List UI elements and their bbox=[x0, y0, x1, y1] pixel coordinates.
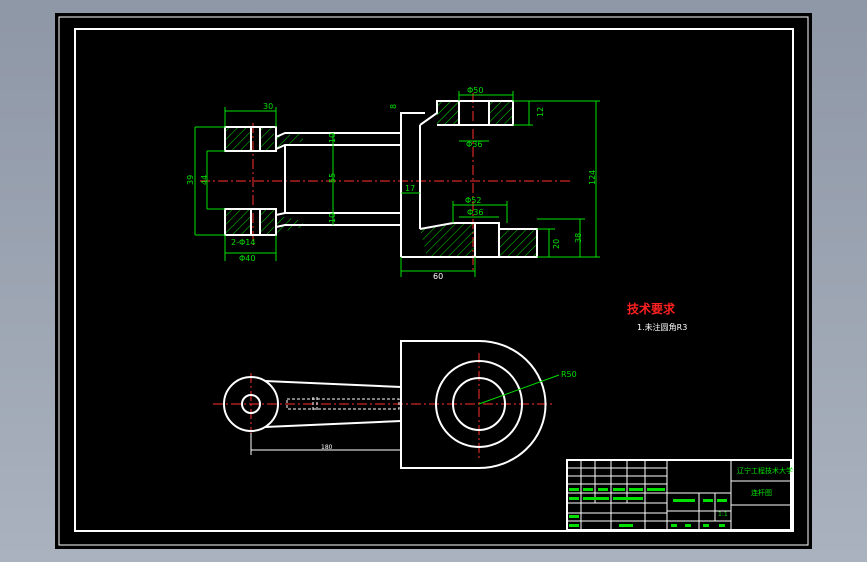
hatch-left-bottom bbox=[225, 209, 251, 235]
upper-arm bbox=[275, 112, 425, 138]
outer-border bbox=[58, 16, 809, 546]
dim-2-phi14: 2-Φ14 bbox=[231, 238, 255, 247]
title-block-part-name: 连杆图 bbox=[751, 488, 772, 497]
hatch-left-top bbox=[225, 127, 251, 151]
dim-39: 39 bbox=[186, 175, 195, 185]
section-view: 30 8 Φ50 12 Φ36 10 55 39 44 124 17 Φ52 Φ… bbox=[186, 86, 600, 281]
arm-top-edge bbox=[264, 380, 402, 388]
dim-124: 124 bbox=[588, 170, 597, 185]
drawing-frame: 30 8 Φ50 12 Φ36 10 55 39 44 124 17 Φ52 Φ… bbox=[55, 13, 812, 549]
dim-17: 17 bbox=[405, 184, 415, 193]
dim-phi36: Φ36 bbox=[466, 140, 482, 149]
title-block: 辽宁工程技术大学 连杆图 1:1 bbox=[566, 459, 793, 531]
plan-view: R50 180 bbox=[213, 340, 577, 469]
lower-arm bbox=[275, 212, 401, 216]
title-block-scale: 1:1 bbox=[718, 511, 728, 518]
dim-12: 12 bbox=[536, 107, 545, 117]
dim-55: 55 bbox=[328, 173, 337, 183]
dim-8: 8 bbox=[389, 104, 398, 109]
hatch-right-top-2 bbox=[489, 101, 513, 125]
dim-10-bottom: 10 bbox=[328, 213, 337, 223]
dim-phi50: Φ50 bbox=[467, 86, 483, 95]
hatch-right-bottom-2 bbox=[499, 229, 537, 257]
hatch-left-top-2 bbox=[260, 127, 274, 151]
cad-drawing: 30 8 Φ50 12 Φ36 10 55 39 44 124 17 Φ52 Φ… bbox=[58, 16, 809, 546]
tech-requirements-title: 技术要求 bbox=[627, 301, 676, 316]
tech-requirements-note: 1.未注圆角R3 bbox=[637, 322, 687, 332]
dim-r50: R50 bbox=[561, 370, 577, 379]
dim-60: 60 bbox=[433, 272, 443, 281]
dim-phi52: Φ52 bbox=[465, 196, 481, 205]
dim-180: 180 bbox=[321, 444, 333, 451]
dim-38: 38 bbox=[574, 233, 583, 243]
hatch-right-top bbox=[437, 101, 459, 125]
hatch-left-bottom-2 bbox=[260, 209, 274, 235]
hatch-right-bottom bbox=[453, 223, 475, 257]
dim-20: 20 bbox=[552, 239, 561, 249]
dim-phi36-bottom: Φ36 bbox=[467, 208, 483, 217]
title-block-university: 辽宁工程技术大学 bbox=[737, 466, 793, 475]
dim-10-top: 10 bbox=[328, 133, 337, 143]
dim-44: 44 bbox=[200, 175, 209, 185]
dim-phi40: Φ40 bbox=[239, 254, 255, 263]
dim-30: 30 bbox=[263, 102, 273, 111]
arm-bottom-edge bbox=[264, 420, 402, 428]
